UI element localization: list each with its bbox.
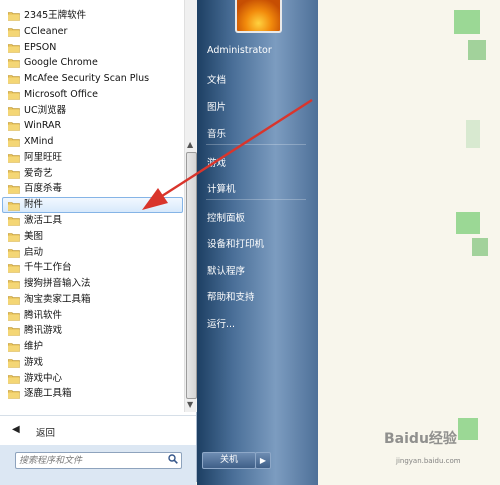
arrow-head: [142, 188, 168, 210]
arrow-shaft: [161, 98, 313, 198]
annotation-arrow: [142, 98, 313, 210]
watermark-logo: Baidu经验: [384, 431, 457, 447]
watermark-url: jingyan.baidu.com: [396, 457, 461, 465]
